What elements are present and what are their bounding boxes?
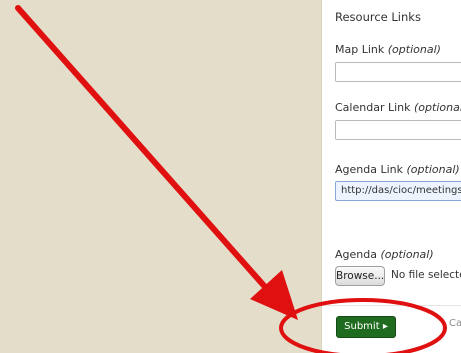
arrow-shaft — [15, 5, 269, 291]
red-circle-annotation — [279, 298, 447, 353]
annotation-overlay — [15, 5, 447, 353]
red-arrow-annotation — [15, 5, 298, 320]
